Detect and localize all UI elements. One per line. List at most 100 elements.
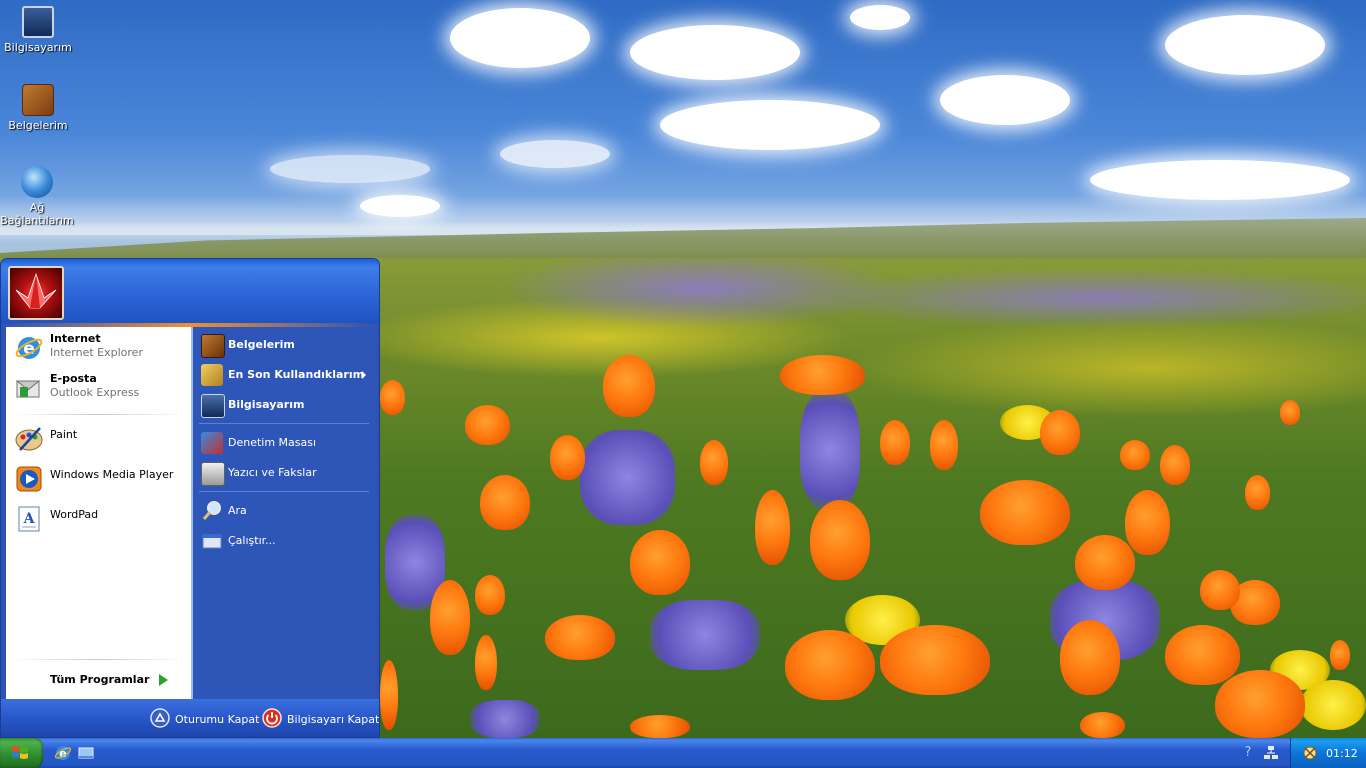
start-menu-right-pane: Belgelerim En Son Kullandıklarım Bilgisa…: [192, 327, 375, 699]
places-item-label: En Son Kullandıklarım: [228, 368, 365, 381]
pinned-item-subtitle: Outlook Express: [50, 386, 140, 399]
poppy-flower: [1165, 625, 1240, 685]
places-item-recent-documents[interactable]: En Son Kullandıklarım: [193, 360, 375, 388]
logoff-button[interactable]: Oturumu Kapat: [150, 708, 259, 730]
recent-item-label: WordPad: [50, 508, 99, 521]
poppy-flower: [630, 530, 690, 595]
lupine-flower: [800, 390, 860, 510]
poppy-flower: [1245, 475, 1270, 510]
poppy-flower: [475, 575, 505, 615]
documents-icon: [201, 334, 225, 358]
recent-item-paint[interactable]: Paint: [6, 418, 190, 458]
poppy-flower: [1120, 440, 1150, 470]
poppy-flower: [465, 405, 510, 445]
desktop-icon-label: Belgelerim: [8, 119, 68, 132]
documents-icon: [22, 84, 54, 116]
places-item-my-documents[interactable]: Belgelerim: [193, 330, 375, 358]
poppy-flower: [1160, 445, 1190, 485]
cloud: [630, 25, 800, 80]
poppy-flower: [545, 615, 615, 660]
user-avatar[interactable]: [8, 266, 64, 320]
poppy-flower: [880, 625, 990, 695]
desktop-icon-label: Bilgisayarım: [4, 41, 72, 54]
cloud: [270, 155, 430, 183]
internet-explorer-icon: e: [14, 333, 44, 363]
lupine-flower: [650, 600, 760, 670]
places-separator: [199, 491, 369, 492]
places-item-label: Bilgisayarım: [228, 398, 305, 411]
control-panel-icon: [201, 432, 223, 454]
desktop-icon-my-computer[interactable]: Bilgisayarım: [0, 6, 76, 54]
show-desktop-icon[interactable]: [77, 744, 95, 762]
pinned-item-email[interactable]: E-posta Outlook Express: [6, 367, 190, 407]
places-item-my-computer[interactable]: Bilgisayarım: [193, 390, 375, 418]
all-programs-label: Tüm Programlar: [50, 673, 150, 686]
recent-item-wordpad[interactable]: A WordPad: [6, 498, 190, 538]
pinned-separator: [12, 414, 184, 415]
outlook-express-icon: [14, 373, 44, 403]
all-programs-button[interactable]: Tüm Programlar: [6, 663, 190, 695]
internet-explorer-icon[interactable]: e: [54, 744, 72, 762]
pinned-item-subtitle: Internet Explorer: [50, 346, 143, 359]
windows-logo-icon: [12, 746, 28, 759]
places-item-search[interactable]: Ara: [193, 496, 375, 524]
places-separator: [199, 423, 369, 424]
poppy-flower: [785, 630, 875, 700]
network-icon[interactable]: [1263, 745, 1279, 761]
poppy-flower: [1280, 400, 1300, 425]
paint-icon: [14, 424, 44, 454]
logoff-label: Oturumu Kapat: [175, 713, 260, 726]
help-icon[interactable]: ?: [1240, 745, 1256, 761]
pinned-item-title: E-posta: [50, 372, 97, 385]
recent-item-label: Windows Media Player: [50, 468, 174, 481]
network-globe-icon: [21, 166, 53, 198]
shutdown-button[interactable]: Bilgisayarı Kapat: [262, 708, 379, 730]
desktop-icon-network-connections[interactable]: Ağ Bağlantılarım: [0, 166, 74, 227]
poppy-flower: [810, 500, 870, 580]
all-programs-separator: [12, 659, 184, 660]
places-item-run[interactable]: Çalıştır...: [193, 526, 375, 554]
cloud: [1090, 160, 1350, 200]
cloud: [660, 100, 880, 150]
shutdown-label: Bilgisayarı Kapat: [287, 713, 380, 726]
cloud: [360, 195, 440, 217]
places-item-label: Ara: [228, 504, 247, 517]
my-computer-icon: [22, 6, 54, 38]
recent-item-media-player[interactable]: Windows Media Player: [6, 458, 190, 498]
power-icon: [262, 708, 282, 728]
start-button[interactable]: [0, 738, 43, 768]
places-item-printers[interactable]: Yazıcı ve Fakslar: [193, 458, 375, 486]
printers-icon: [201, 462, 225, 486]
cloud: [1165, 15, 1325, 75]
recent-item-label: Paint: [50, 428, 78, 441]
media-player-icon: [14, 464, 44, 494]
pinned-item-internet[interactable]: e Internet Internet Explorer: [6, 327, 190, 367]
places-item-label: Çalıştır...: [228, 534, 276, 547]
start-menu-header: [1, 259, 379, 325]
clock[interactable]: 01:12: [1326, 747, 1358, 760]
poppy-flower: [380, 380, 405, 415]
yellow-flower: [1300, 680, 1366, 730]
system-tray: 01:12: [1290, 738, 1366, 768]
poppy-flower: [1060, 620, 1120, 695]
poppy-flower: [1330, 640, 1350, 670]
poppy-flower: [1125, 490, 1170, 555]
submenu-arrow-icon: [362, 371, 366, 379]
poppy-flower: [430, 580, 470, 655]
poppy-flower: [1200, 570, 1240, 610]
lupine-flower: [580, 430, 675, 525]
start-menu-footer: Oturumu Kapat Bilgisayarı Kapat: [1, 699, 379, 737]
lupine-flower: [470, 700, 540, 738]
tray-app-icon[interactable]: [1302, 745, 1318, 761]
pinned-item-title: Internet: [50, 332, 101, 345]
desktop-icon-my-documents[interactable]: Belgelerim: [0, 84, 76, 132]
start-menu: e Internet Internet Explorer E-posta Out…: [0, 258, 380, 738]
run-icon: [201, 530, 223, 552]
desktop-icon-label: Ağ Bağlantılarım: [0, 201, 74, 227]
poppy-flower: [1215, 670, 1305, 738]
places-item-control-panel[interactable]: Denetim Masası: [193, 428, 375, 456]
places-item-label: Yazıcı ve Fakslar: [228, 466, 317, 479]
poppy-flower: [880, 420, 910, 465]
poppy-flower: [550, 435, 585, 480]
poppy-flower: [380, 660, 398, 730]
